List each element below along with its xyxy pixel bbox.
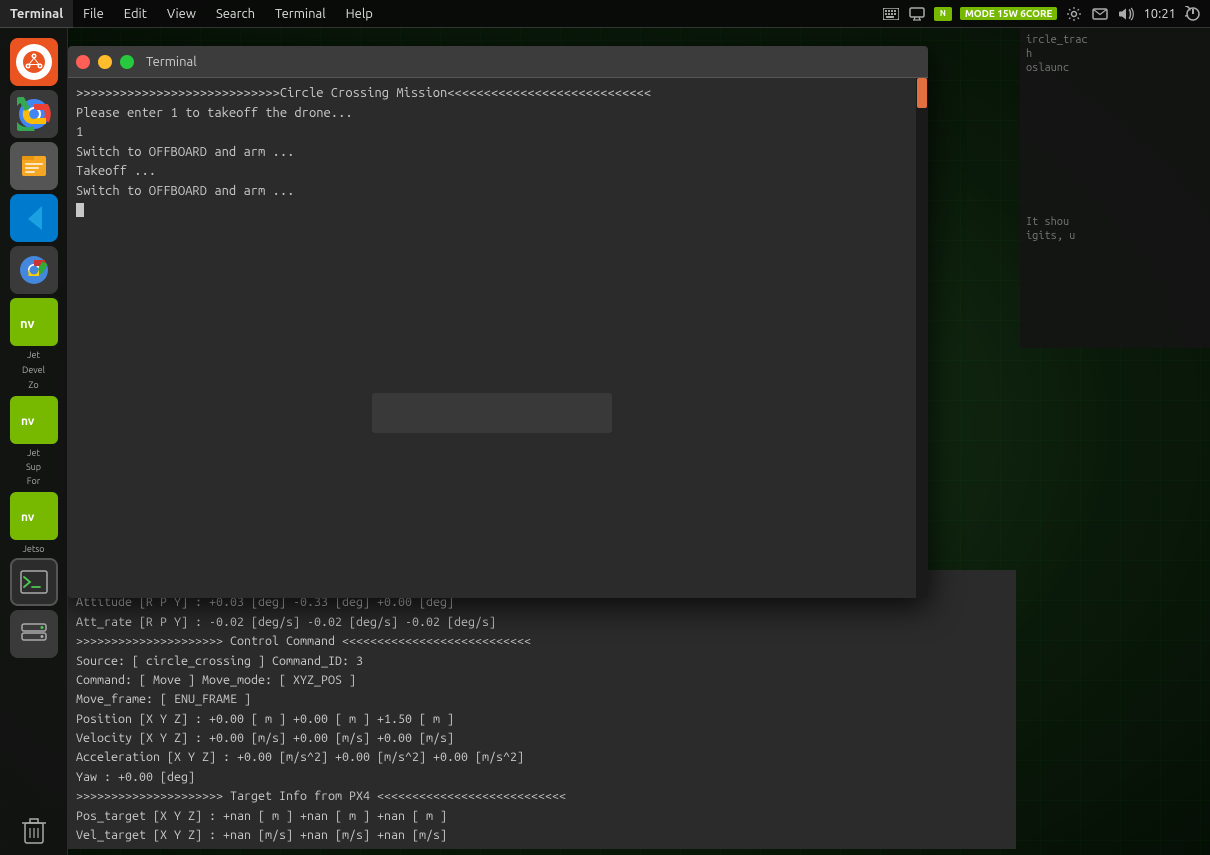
dock-terminal[interactable]: [10, 558, 58, 606]
dock-chrome[interactable]: [10, 90, 58, 138]
svg-text:nv: nv: [21, 511, 35, 524]
dock-sup-label: Sup: [4, 462, 64, 472]
menu-terminal2[interactable]: Terminal: [265, 0, 336, 28]
menu-view[interactable]: View: [157, 0, 206, 28]
dock-nvidia2[interactable]: nv: [10, 396, 58, 444]
terminal-bottom-content: Velocity [X Y Z] : +0.00 [m/s] +0.00 [m/…: [68, 570, 1016, 849]
bottom-line-command: Command: [ Move ] Move_mode: [ XYZ_POS ]: [76, 671, 1008, 690]
dock-nvidia1[interactable]: nv: [10, 298, 58, 346]
menu-search[interactable]: Search: [206, 0, 265, 28]
right-panel-spacer: [1026, 76, 1204, 216]
bottom-line-pos: Position [X Y Z] : +0.00 [ m ] +0.00 [ m…: [76, 710, 1008, 729]
dock-files[interactable]: [10, 142, 58, 190]
power-icon[interactable]: [1184, 5, 1202, 23]
menu-terminal[interactable]: Terminal: [0, 0, 73, 28]
bottom-line-pos-target: Pos_target [X Y Z] : +nan [ m ] +nan [ m…: [76, 807, 1008, 826]
dock-jetso-label: Jetso: [4, 544, 64, 554]
terminal-line-6: Switch to OFFBOARD and arm ...: [76, 182, 920, 202]
svg-text:nv: nv: [20, 317, 34, 331]
terminal-body[interactable]: >>>>>>>>>>>>>>>>>>>>>>>>>>>>Circle Cross…: [68, 78, 928, 598]
terminal-empty-area: [68, 228, 916, 598]
bottom-line-vel2: Velocity [X Y Z] : +0.00 [m/s] +0.00 [m/…: [76, 729, 1008, 748]
terminal-line-2: Please enter 1 to takeoff the drone...: [76, 104, 920, 124]
settings-icon[interactable]: [1065, 5, 1083, 23]
right-panel-item1: ircle_trac: [1026, 34, 1204, 46]
dock-chromium[interactable]: [10, 246, 58, 294]
right-panel-item2: h: [1026, 48, 1204, 60]
terminal-line-3: 1: [76, 123, 920, 143]
taskbar: Terminal File Edit View Search Terminal …: [0, 0, 1210, 28]
terminal-scrollbar-thumb[interactable]: [917, 78, 927, 108]
dock-vscode[interactable]: [10, 194, 58, 242]
terminal-window: Terminal >>>>>>>>>>>>>>>>>>>>>>>>>>>>Cir…: [68, 46, 928, 598]
dock-developer-label: Devel: [4, 365, 64, 376]
bottom-line-frame: Move_frame: [ ENU_FRAME ]: [76, 690, 1008, 709]
mail-icon[interactable]: [1091, 5, 1109, 23]
dock-jetbrains2-label: Jet: [4, 448, 64, 458]
bottom-line-yaw: Yaw : +0.00 [deg]: [76, 768, 1008, 787]
menu-file[interactable]: File: [73, 0, 114, 28]
terminal-line-1: >>>>>>>>>>>>>>>>>>>>>>>>>>>>Circle Cross…: [76, 84, 920, 104]
terminal-cursor-line: [76, 201, 920, 221]
dock-jetbrains-label: Jet: [4, 350, 64, 361]
right-panel-item4: It shou: [1026, 216, 1204, 228]
svg-text:nv: nv: [21, 415, 35, 428]
bottom-line-vel-target: Vel_target [X Y Z] : +nan [m/s] +nan [m/…: [76, 826, 1008, 845]
dock-nvidia3[interactable]: nv: [10, 492, 58, 540]
keyboard-icon[interactable]: [882, 5, 900, 23]
minimize-button[interactable]: [98, 55, 112, 69]
mode-badge: MODE 15W 6CORE: [960, 7, 1058, 20]
bottom-line-acc: Acceleration [X Y Z] : +0.00 [m/s^2] +0.…: [76, 748, 1008, 767]
bottom-line-attrate: Att_rate [R P Y] : -0.02 [deg/s] -0.02 […: [76, 613, 1008, 632]
right-code-panel: ircle_trac h oslaunc It shou igits, u: [1020, 28, 1210, 348]
menu-help[interactable]: Help: [336, 0, 383, 28]
taskbar-right: N MODE 15W 6CORE: [882, 5, 1210, 23]
dock-ubuntu[interactable]: [10, 38, 58, 86]
dock-storage[interactable]: [10, 610, 58, 658]
terminal-search-overlay: [372, 393, 612, 433]
dock-trash[interactable]: [10, 807, 58, 855]
taskbar-left: Terminal File Edit View Search Terminal …: [0, 0, 383, 28]
display-icon[interactable]: [908, 5, 926, 23]
terminal-line-5: Takeoff ...: [76, 162, 920, 182]
clock: 10:21: [1143, 7, 1176, 21]
right-panel-item5: igits, u: [1026, 230, 1204, 242]
bottom-line-target-hdr: >>>>>>>>>>>>>>>>>>>>> Target Info from P…: [76, 787, 1008, 806]
terminal-titlebar: Terminal: [68, 46, 928, 78]
right-panel-item3: oslaunc: [1026, 62, 1204, 74]
maximize-button[interactable]: [120, 55, 134, 69]
dock: nv Jet Devel Zo nv Jet Sup For nv Jetso: [0, 28, 68, 855]
terminal-title: Terminal: [146, 55, 197, 69]
bottom-line-ctrl-hdr: >>>>>>>>>>>>>>>>>>>>> Control Command <<…: [76, 632, 1008, 651]
desktop: Terminal File Edit View Search Terminal …: [0, 0, 1210, 855]
close-button[interactable]: [76, 55, 90, 69]
volume-icon[interactable]: [1117, 5, 1135, 23]
dock-for-label: For: [4, 476, 64, 486]
terminal-line-4: Switch to OFFBOARD and arm ...: [76, 143, 920, 163]
terminal-scrollbar-track[interactable]: [916, 78, 928, 598]
nvidia-taskbar-icon[interactable]: N: [934, 5, 952, 23]
bottom-line-source: Source: [ circle_crossing ] Command_ID: …: [76, 652, 1008, 671]
terminal-bottom: Velocity [X Y Z] : +0.00 [m/s] +0.00 [m/…: [68, 570, 1016, 849]
menu-edit[interactable]: Edit: [114, 0, 157, 28]
dock-zoom-label: Zo: [4, 380, 64, 391]
